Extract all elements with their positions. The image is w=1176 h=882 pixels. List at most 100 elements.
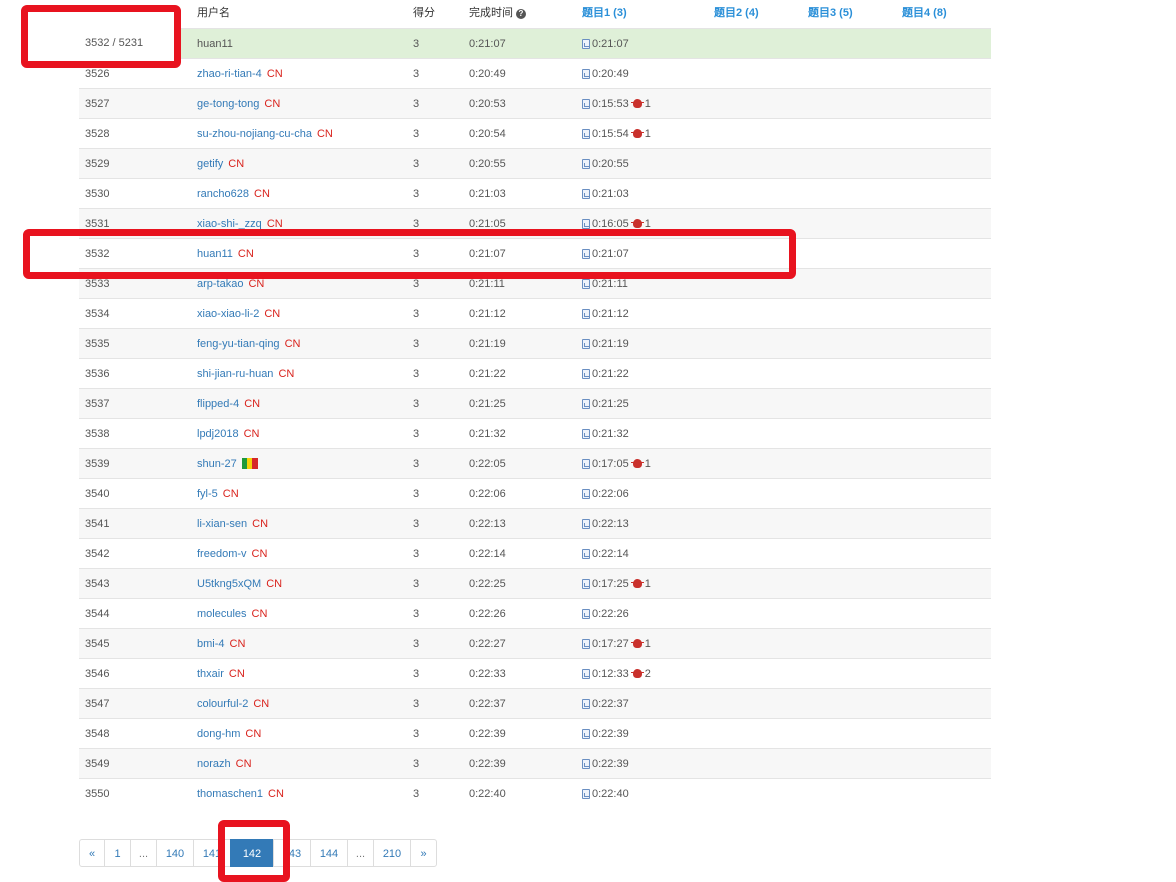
username-link[interactable]: molecules [197,608,247,620]
row-question-1-result[interactable]: 0:21:25 [582,389,629,419]
row-question-1-result[interactable]: 0:21:19 [582,329,629,359]
country-tag: CN [243,428,260,440]
page-prev-button[interactable]: « [79,839,105,867]
row-question-1-result[interactable]: 0:22:37 [582,689,629,719]
row-question-1-result[interactable]: 0:22:14 [582,539,629,569]
row-question-1-result[interactable]: 0:17:05 1 [582,449,651,479]
row-question-1-result[interactable]: 0:22:13 [582,509,629,539]
question-1-time: 0:22:37 [592,698,629,710]
code-file-icon[interactable] [582,189,590,199]
username-link[interactable]: feng-yu-tian-qing [197,338,280,350]
username-link[interactable]: lpdj2018 [197,428,239,440]
row-question-1-result[interactable]: 0:21:12 [582,299,629,329]
username-link[interactable]: thxair [197,668,224,680]
row-rank: 3530 [85,188,110,200]
code-file-icon[interactable] [582,339,590,349]
row-question-1-result[interactable]: 0:22:39 [582,719,629,749]
code-file-icon[interactable] [582,399,590,409]
username-link[interactable]: getify [197,158,223,170]
row-question-1-result[interactable]: 0:17:27 1 [582,629,651,659]
username-link[interactable]: fyl-5 [197,488,218,500]
page-next-button[interactable]: » [410,839,437,867]
question-4-link[interactable]: 题目4 (8) [902,7,947,19]
code-file-icon[interactable] [582,459,590,469]
code-file-icon[interactable] [582,159,590,169]
username-link[interactable]: zhao-ri-tian-4 [197,68,262,80]
row-question-1-result[interactable]: 0:22:06 [582,479,629,509]
username-link[interactable]: li-xian-sen [197,518,247,530]
code-file-icon[interactable] [582,99,590,109]
row-question-1-result[interactable]: 0:21:03 [582,179,629,209]
username-link[interactable]: norazh [197,758,231,770]
country-tag: CN [266,578,283,590]
code-file-icon[interactable] [582,789,590,799]
question-1-link[interactable]: 题目1 (3) [582,7,627,19]
code-file-icon[interactable] [582,579,590,589]
username-link[interactable]: flipped-4 [197,398,239,410]
country-tag: CN [244,398,261,410]
code-file-icon[interactable] [582,69,590,79]
code-file-icon[interactable] [582,219,590,229]
username-link[interactable]: colourful-2 [197,698,248,710]
code-file-icon[interactable] [582,309,590,319]
question-1-time: 0:22:39 [592,728,629,740]
username-link[interactable]: thomaschen1 [197,788,263,800]
row-rank: 3550 [85,788,110,800]
username-link[interactable]: xiao-xiao-li-2 [197,308,259,320]
code-file-icon[interactable] [582,429,590,439]
code-file-icon[interactable] [582,489,590,499]
username-link[interactable]: shi-jian-ru-huan [197,368,273,380]
code-file-icon[interactable] [582,549,590,559]
row-question-1-result[interactable]: 0:21:32 [582,419,629,449]
code-file-icon[interactable] [582,639,590,649]
question-2-link[interactable]: 题目2 (4) [714,7,759,19]
table-row: 3529 getify CN 3 0:20:55 0:20:55 [79,148,991,178]
code-file-icon[interactable] [582,699,590,709]
username-link[interactable]: su-zhou-nojiang-cu-cha [197,128,312,140]
username-link[interactable]: dong-hm [197,728,240,740]
row-finish-time: 0:20:53 [469,98,506,110]
username-link[interactable]: bmi-4 [197,638,225,650]
code-file-icon[interactable] [582,39,590,49]
country-tag: CN [264,308,281,320]
table-row: 3546 thxair CN 3 0:22:33 0:12:33 2 [79,658,991,688]
page-210[interactable]: 210 [373,839,411,867]
question-3-link[interactable]: 题目3 (5) [808,7,853,19]
row-question-1-result[interactable]: 0:17:25 1 [582,569,651,599]
username-link[interactable]: ge-tong-tong [197,98,259,110]
row-question-1-result[interactable]: 0:22:39 [582,749,629,779]
code-file-icon[interactable] [582,609,590,619]
code-file-icon[interactable] [582,129,590,139]
row-question-1-result[interactable]: 0:22:40 [582,779,629,809]
username-link[interactable]: U5tkng5xQM [197,578,261,590]
row-question-1-result[interactable]: 0:21:22 [582,359,629,389]
page-1[interactable]: 1 [104,839,131,867]
row-score: 3 [413,368,420,380]
row-question-1-result[interactable]: 0:15:53 1 [582,89,651,119]
row-score: 3 [413,788,420,800]
code-file-icon[interactable] [582,669,590,679]
row-question-1-result[interactable]: 0:15:54 1 [582,119,651,149]
page-140[interactable]: 140 [156,839,194,867]
code-file-icon[interactable] [582,729,590,739]
username-link[interactable]: freedom-v [197,548,247,560]
row-question-1-result[interactable]: 0:12:33 2 [582,659,651,689]
question-1-time: 0:21:32 [592,428,629,440]
header-finish-time: 完成时间? [469,0,526,28]
code-file-icon[interactable] [582,519,590,529]
row-question-1-result[interactable]: 0:22:26 [582,599,629,629]
code-file-icon[interactable] [582,369,590,379]
page-144[interactable]: 144 [310,839,348,867]
code-file-icon[interactable] [582,759,590,769]
row-score: 3 [413,428,420,440]
table-row: 3543 U5tkng5xQM CN 3 0:22:25 0:17:25 1 [79,568,991,598]
row-question-1-result[interactable]: 0:20:55 [582,149,629,179]
username-link[interactable]: shun-27 [197,458,237,470]
code-file-icon[interactable] [582,279,590,289]
username-link[interactable]: rancho628 [197,188,249,200]
help-icon[interactable]: ? [516,9,526,19]
table-row: 3534 xiao-xiao-li-2 CN 3 0:21:12 0:21:12 [79,298,991,328]
my-question-1-result[interactable]: 0:21:07 [582,29,629,59]
username-link[interactable]: arp-takao [197,278,243,290]
row-question-1-result[interactable]: 0:20:49 [582,59,629,89]
